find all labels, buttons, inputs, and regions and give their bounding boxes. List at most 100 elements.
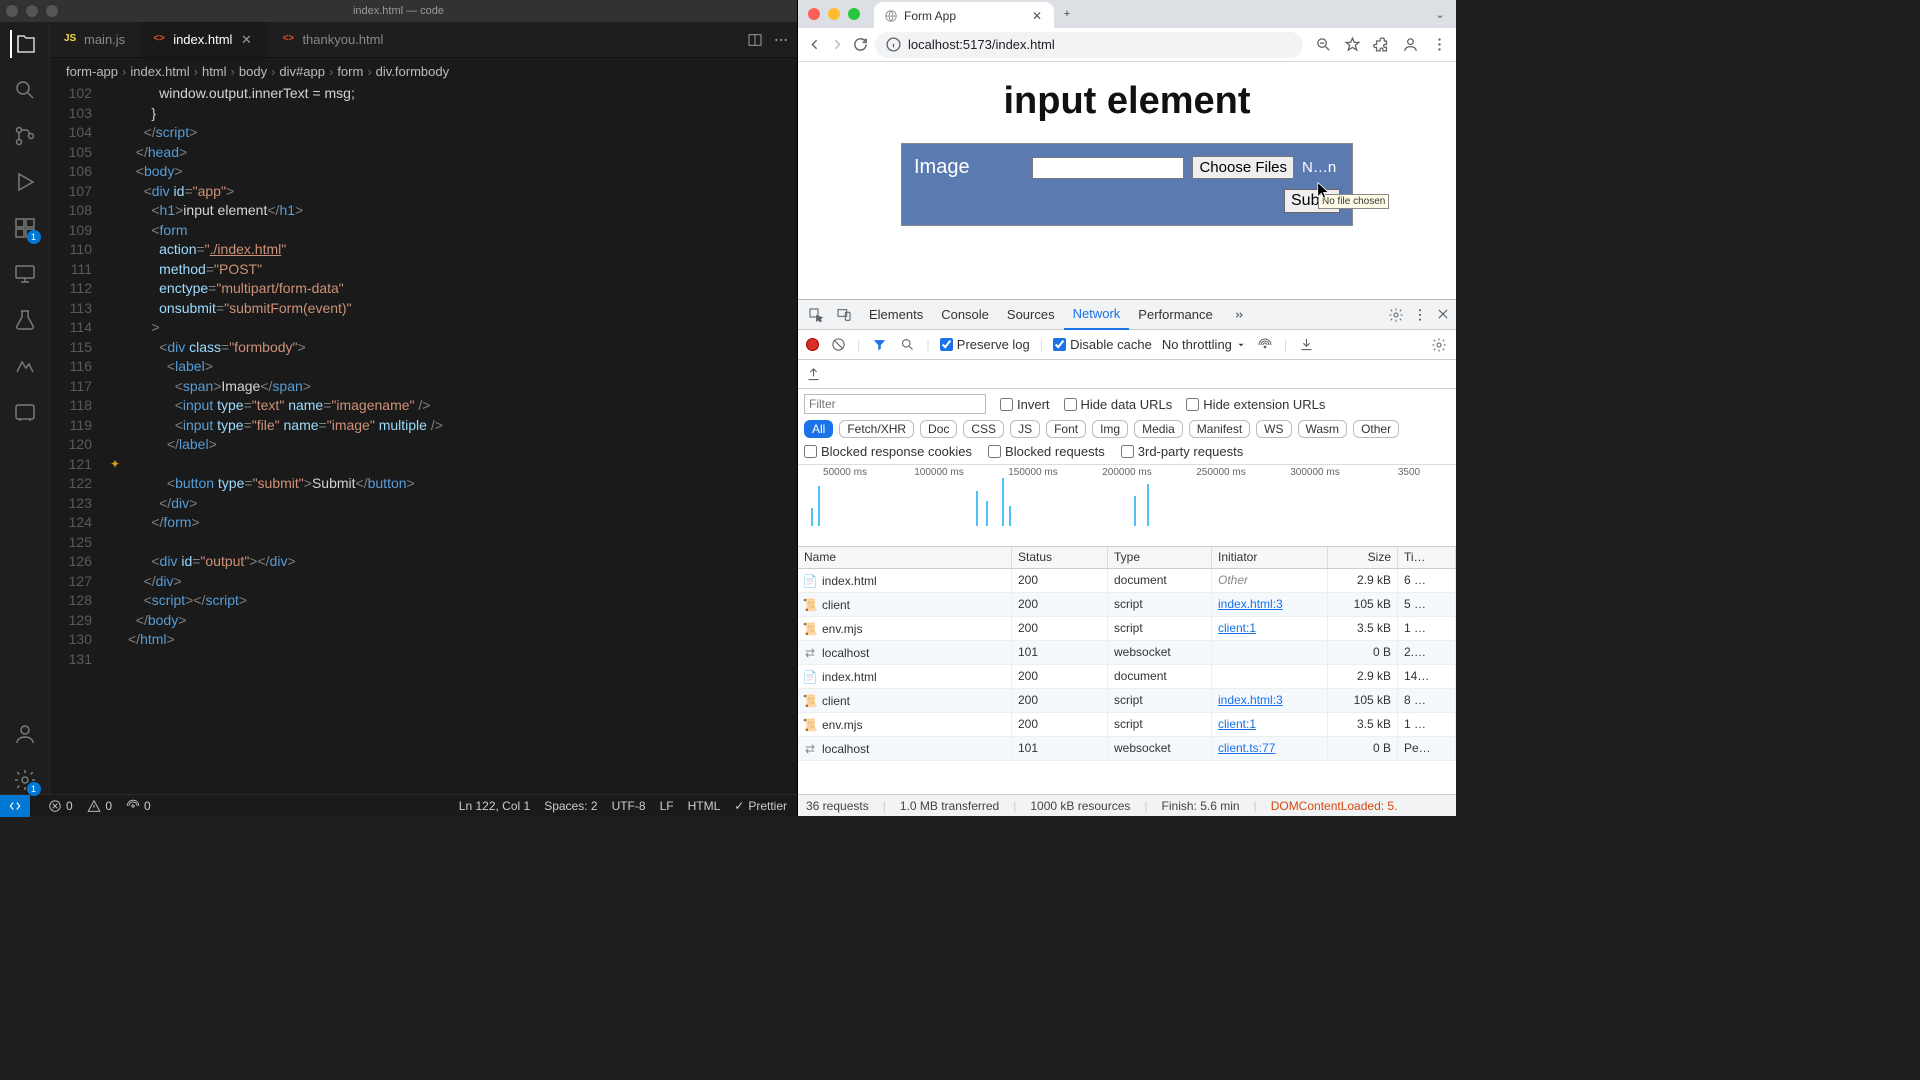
col-type[interactable]: Type [1108,547,1212,568]
editor-tab[interactable]: JSmain.js [50,22,139,57]
filter-chip-media[interactable]: Media [1134,420,1183,438]
breadcrumb-segment[interactable]: form-app [66,64,118,79]
third-party-checkbox[interactable]: 3rd-party requests [1121,444,1244,459]
eol[interactable]: LF [660,799,674,813]
more-actions-icon[interactable] [773,32,789,48]
filter-chip-js[interactable]: JS [1010,420,1040,438]
devtools-tab-sources[interactable]: Sources [998,300,1064,330]
extensions-icon[interactable]: 1 [11,214,39,242]
network-request-row[interactable]: 📄index.html200documentOther2.9 kB6 … [798,569,1456,593]
filter-chip-manifest[interactable]: Manifest [1189,420,1250,438]
filter-chip-font[interactable]: Font [1046,420,1086,438]
language-mode[interactable]: HTML [688,799,721,813]
choose-files-button[interactable]: Choose Files [1192,156,1294,179]
disable-cache-checkbox[interactable]: Disable cache [1053,337,1152,352]
network-request-row[interactable]: ⇄localhost101websocket0 B2.… [798,641,1456,665]
network-request-row[interactable]: 📄index.html200document2.9 kB14… [798,665,1456,689]
network-conditions-icon[interactable] [1256,337,1274,353]
close-tab-icon[interactable]: ✕ [1030,9,1044,23]
breadcrumb-segment[interactable]: form [337,64,363,79]
zoom-dot[interactable] [46,5,58,17]
new-tab-button[interactable]: + [1054,8,1080,20]
prettier-status[interactable]: ✓ Prettier [734,799,787,813]
editor-tab[interactable]: <>index.html✕ [139,22,268,57]
search-icon[interactable] [898,337,916,352]
hide-extension-urls-checkbox[interactable]: Hide extension URLs [1186,397,1325,412]
cursor-position[interactable]: Ln 122, Col 1 [459,799,530,813]
filter-chip-all[interactable]: All [804,420,833,438]
col-time[interactable]: Ti… [1398,547,1456,568]
devtools-tab-performance[interactable]: Performance [1129,300,1221,330]
network-request-row[interactable]: 📜env.mjs200scriptclient:13.5 kB1 … [798,617,1456,641]
split-editor-icon[interactable] [747,32,763,48]
breadcrumb-segment[interactable]: div.formbody [376,64,449,79]
network-settings-icon[interactable] [1430,337,1448,353]
testing-icon[interactable] [11,306,39,334]
device-toolbar-icon[interactable] [832,307,856,323]
network-request-row[interactable]: ⇄localhost101websocketclient.ts:770 BPe… [798,737,1456,761]
blocked-cookies-checkbox[interactable]: Blocked response cookies [804,444,972,459]
filter-chip-wasm[interactable]: Wasm [1298,420,1348,438]
export-har-icon[interactable] [804,367,822,382]
clear-button[interactable] [829,337,847,352]
expand-tabs-icon[interactable]: ⌄ [1430,8,1450,21]
extensions-puzzle-icon[interactable] [1373,36,1390,53]
reload-button[interactable] [852,36,869,53]
forward-button[interactable] [829,36,846,53]
filter-chip-doc[interactable]: Doc [920,420,957,438]
devtools-tab-network[interactable]: Network [1064,300,1130,330]
indentation[interactable]: Spaces: 2 [544,799,597,813]
close-dot[interactable] [6,5,18,17]
breadcrumb-segment[interactable]: html [202,64,227,79]
problems-indicator[interactable]: 0 0 [48,799,112,813]
network-request-row[interactable]: 📜env.mjs200scriptclient:13.5 kB1 … [798,713,1456,737]
blocked-requests-checkbox[interactable]: Blocked requests [988,444,1105,459]
imagename-input[interactable] [1032,157,1184,179]
accounts-icon[interactable] [11,720,39,748]
remote-explorer-icon[interactable] [11,260,39,288]
window-controls[interactable] [808,8,860,20]
site-info-icon[interactable] [885,36,902,53]
minimize-dot[interactable] [26,5,38,17]
chrome-menu-icon[interactable] [1431,36,1448,53]
breadcrumb-segment[interactable]: body [239,64,267,79]
col-initiator[interactable]: Initiator [1212,547,1328,568]
col-name[interactable]: Name [798,547,1012,568]
encoding[interactable]: UTF-8 [612,799,646,813]
filter-input[interactable] [804,394,986,414]
filter-chip-other[interactable]: Other [1353,420,1399,438]
filter-chip-css[interactable]: CSS [963,420,1004,438]
devtools-menu-icon[interactable] [1412,307,1428,323]
source-control-icon[interactable] [11,122,39,150]
minimize-dot[interactable] [828,8,840,20]
preserve-log-checkbox[interactable]: Preserve log [940,337,1030,352]
bookmark-icon[interactable] [1344,36,1361,53]
devtools-settings-icon[interactable] [1388,307,1404,323]
search-icon[interactable] [11,76,39,104]
remote-indicator[interactable] [0,795,30,817]
back-button[interactable] [806,36,823,53]
browser-tab[interactable]: Form App ✕ [874,2,1054,30]
record-button[interactable] [806,338,819,351]
run-debug-icon[interactable] [11,168,39,196]
timeline-icon[interactable] [11,352,39,380]
window-controls[interactable] [6,5,58,17]
breadcrumb-segment[interactable]: index.html [130,64,189,79]
explorer-icon[interactable] [10,30,38,58]
zoom-dot[interactable] [848,8,860,20]
inspect-element-icon[interactable] [804,307,828,323]
profile-icon[interactable] [1402,36,1419,53]
code-editor[interactable]: 1021031041051061071081091101111121131141… [50,84,797,794]
devtools-close-icon[interactable] [1436,307,1450,323]
col-status[interactable]: Status [1012,547,1108,568]
zoom-icon[interactable] [1315,36,1332,53]
close-dot[interactable] [808,8,820,20]
ports-indicator[interactable]: 0 [126,799,151,813]
import-har-icon[interactable] [1297,337,1315,352]
network-timeline[interactable]: 50000 ms100000 ms150000 ms200000 ms25000… [798,465,1456,547]
filter-chip-ws[interactable]: WS [1256,420,1291,438]
table-header[interactable]: Name Status Type Initiator Size Ti… [798,547,1456,569]
network-request-row[interactable]: 📜client200scriptindex.html:3105 kB8 … [798,689,1456,713]
devtools-tab-console[interactable]: Console [932,300,998,330]
close-tab-icon[interactable]: ✕ [238,32,254,48]
